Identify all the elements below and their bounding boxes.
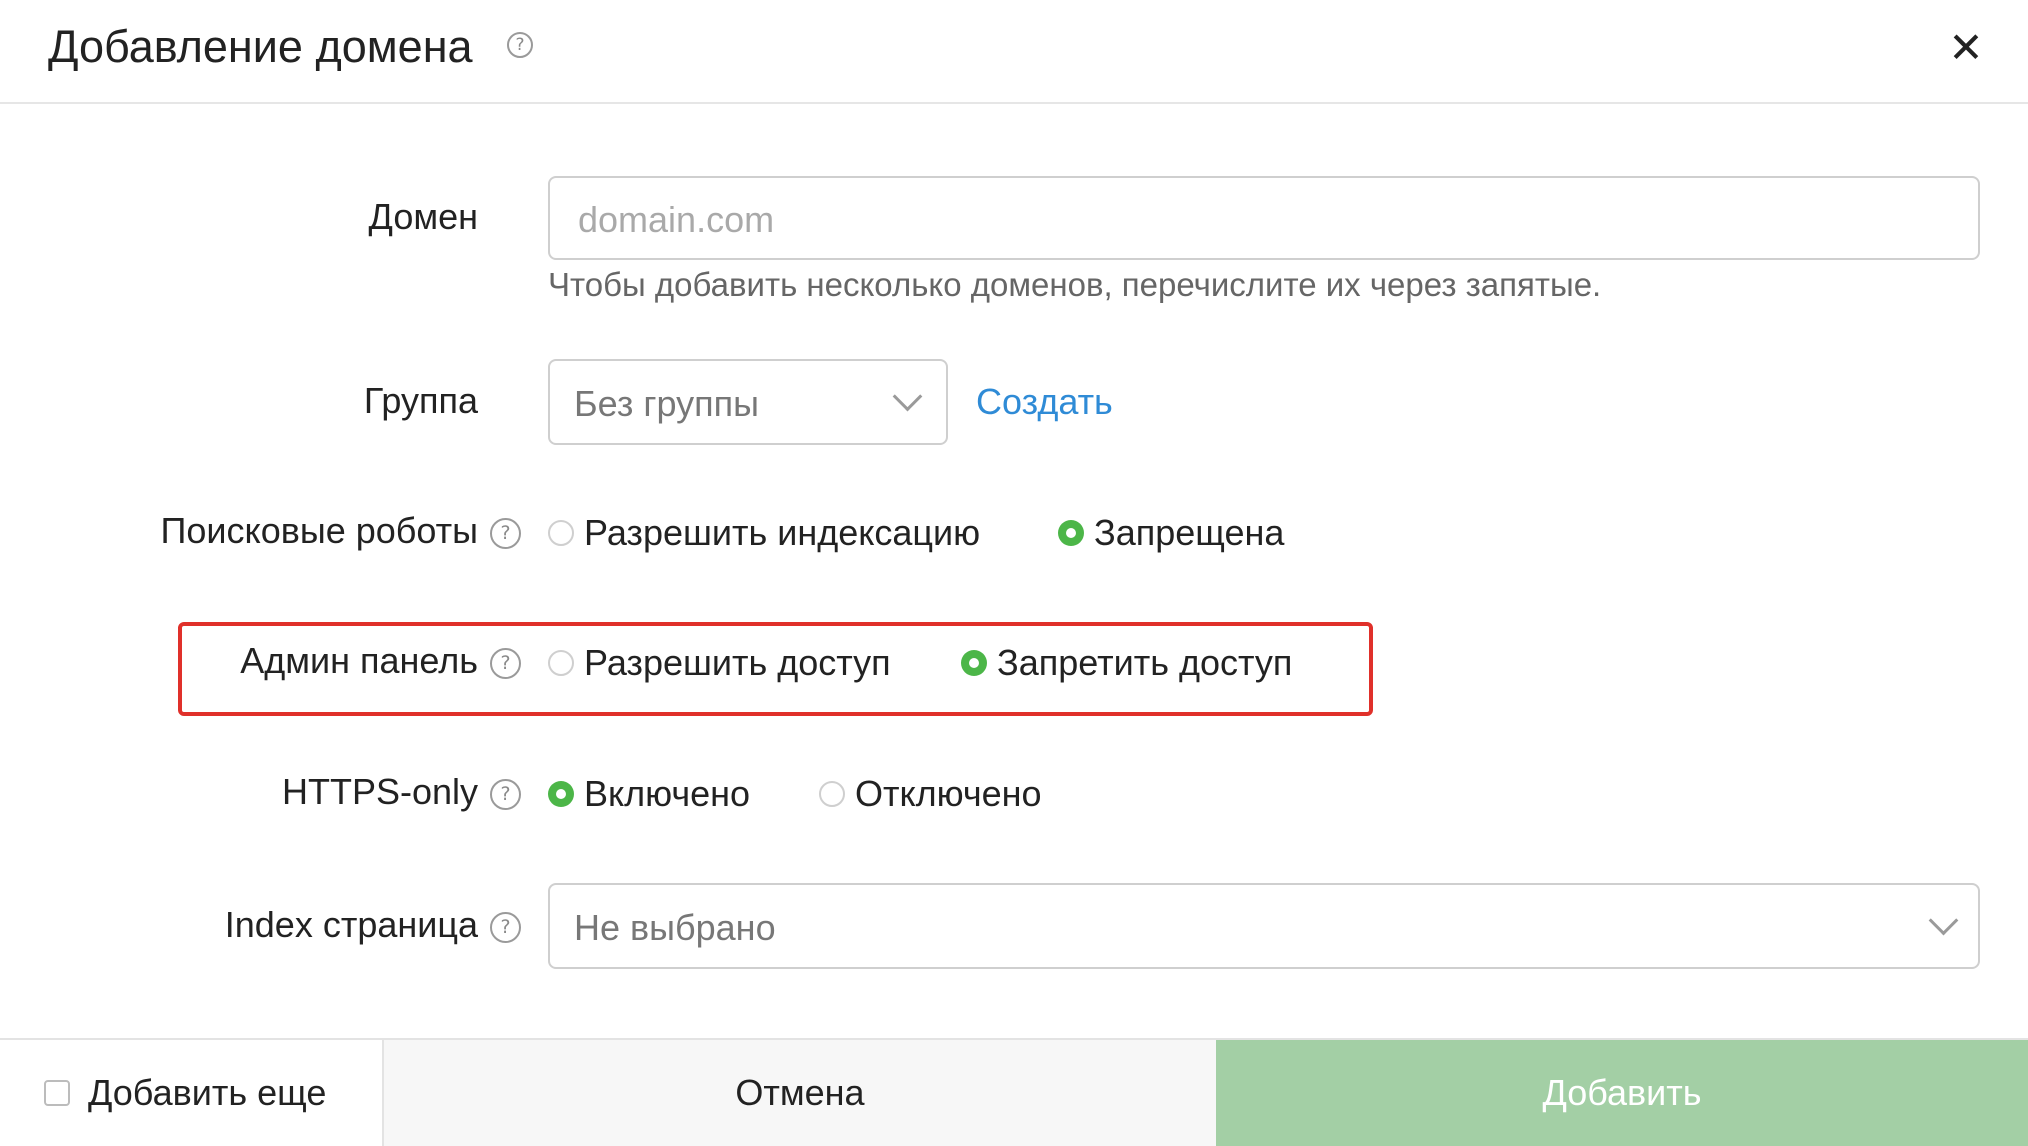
cancel-button[interactable]: Отмена [384, 1040, 1216, 1146]
domain-label: Домен [368, 196, 478, 237]
chevron-down-icon [1928, 905, 1959, 936]
admin-option-allow[interactable]: Разрешить доступ [548, 642, 891, 684]
index-page-selected-value: Не выбрано [574, 907, 776, 948]
admin-panel-label: Админ панель [240, 640, 478, 681]
index-page-select[interactable]: Не выбрано [548, 883, 1980, 969]
radio-button[interactable] [819, 781, 845, 807]
robots-option-deny-label: Запрещена [1094, 512, 1285, 553]
group-label: Группа [363, 380, 478, 421]
group-select[interactable]: Без группы [548, 359, 948, 445]
https-option-off[interactable]: Отключено [819, 773, 1042, 815]
index-page-label: Index страница [224, 904, 478, 945]
robots-option-allow[interactable]: Разрешить индексацию [548, 512, 980, 554]
close-icon[interactable]: ✕ [1946, 27, 1986, 69]
question-circle-icon[interactable]: ? [490, 779, 521, 810]
dialog-header: Добавление домена ? ✕ [0, 0, 2028, 104]
admin-option-allow-label: Разрешить доступ [584, 642, 891, 683]
add-more-toggle[interactable]: Добавить еще [0, 1040, 384, 1146]
add-more-checkbox[interactable] [44, 1080, 70, 1106]
https-only-label: HTTPS-only [281, 771, 478, 812]
admin-option-deny-label: Запретить доступ [997, 642, 1293, 683]
add-more-label: Добавить еще [88, 1072, 327, 1113]
domain-hint: Чтобы добавить несколько доменов, перечи… [548, 266, 1602, 303]
radio-button-selected[interactable] [961, 650, 987, 676]
radio-button-selected[interactable] [548, 781, 574, 807]
https-option-on-label: Включено [584, 773, 751, 814]
dialog-footer: Добавить еще Отмена Добавить [0, 1038, 2028, 1146]
question-circle-icon[interactable]: ? [490, 648, 521, 679]
domain-input[interactable]: domain.com [548, 176, 1980, 260]
robots-option-deny[interactable]: Запрещена [1058, 512, 1284, 554]
question-circle-icon[interactable]: ? [490, 518, 521, 549]
radio-button[interactable] [548, 520, 574, 546]
add-button[interactable]: Добавить [1216, 1040, 2028, 1146]
robots-option-allow-label: Разрешить индексацию [584, 512, 981, 553]
domain-placeholder: domain.com [578, 199, 775, 240]
radio-button[interactable] [548, 650, 574, 676]
create-group-link[interactable]: Создать [976, 381, 1113, 423]
question-circle-icon[interactable]: ? [490, 912, 521, 943]
https-option-on[interactable]: Включено [548, 773, 750, 815]
https-option-off-label: Отключено [855, 773, 1042, 814]
robots-label: Поисковые роботы [160, 510, 478, 551]
group-selected-value: Без группы [574, 383, 759, 424]
radio-button-selected[interactable] [1058, 520, 1084, 546]
dialog-title: Добавление домена [48, 21, 473, 72]
admin-option-deny[interactable]: Запретить доступ [961, 642, 1292, 684]
question-circle-icon[interactable]: ? [507, 32, 533, 58]
chevron-down-icon [892, 381, 923, 412]
